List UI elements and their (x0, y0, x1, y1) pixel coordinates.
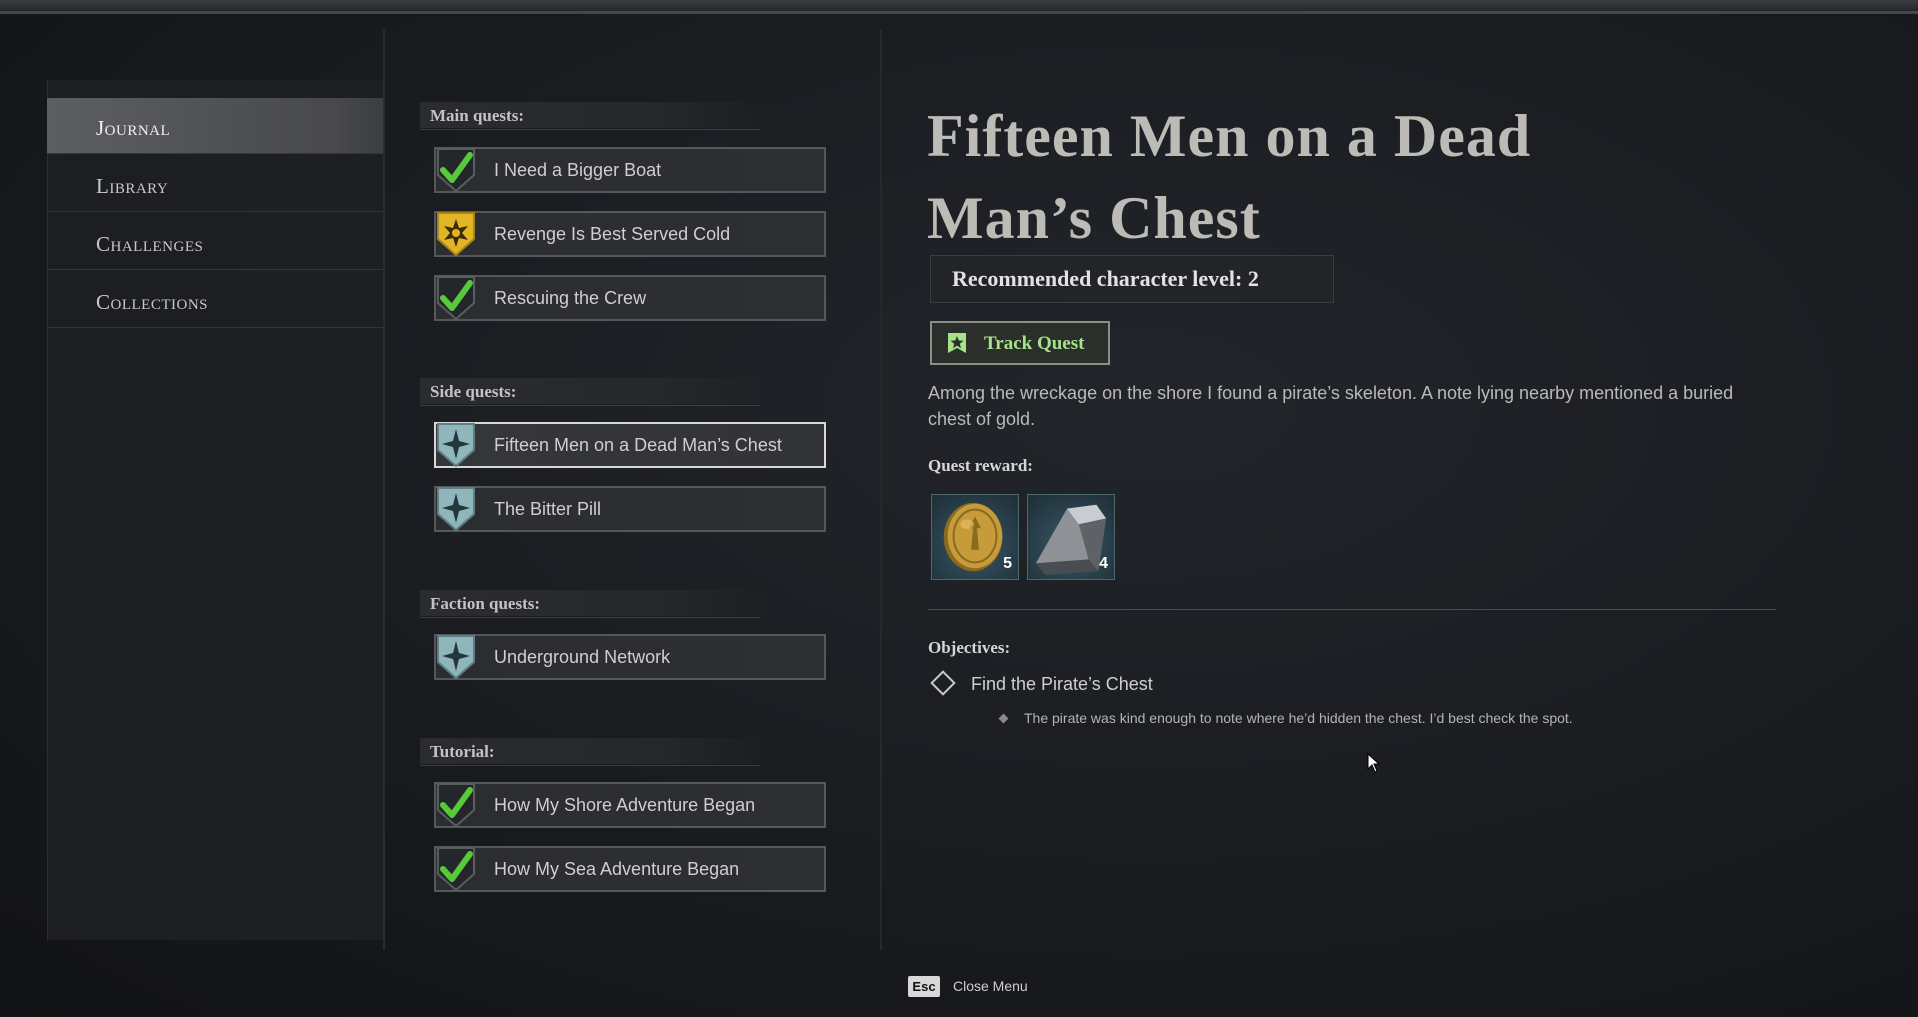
quest-item-selected[interactable]: Fifteen Men on a Dead Man’s Chest (434, 422, 826, 468)
track-quest-label: Track Quest (984, 333, 1085, 354)
quest-label: Fifteen Men on a Dead Man’s Chest (494, 435, 782, 455)
check-icon (437, 276, 475, 321)
nav-item-challenges[interactable]: Challenges (47, 214, 383, 270)
bullet-icon (998, 713, 1009, 724)
nav-item-label: Journal (96, 116, 171, 140)
quest-label: Rescuing the Crew (494, 288, 647, 308)
top-frame-edge (0, 0, 1918, 14)
compass-star-icon (437, 635, 475, 680)
objective-diamond-icon (930, 670, 956, 696)
check-icon (437, 847, 475, 892)
mouse-cursor-icon (1367, 753, 1381, 773)
objective-note: The pirate was kind enough to note where… (1024, 710, 1573, 726)
section-header-label: Side quests: (430, 382, 517, 401)
reward-count: 4 (1099, 555, 1108, 572)
quest-item[interactable]: Rescuing the Crew (434, 275, 826, 321)
nav-item-journal[interactable]: Journal (47, 98, 383, 154)
quest-item[interactable]: I Need a Bigger Boat (434, 147, 826, 193)
nav-item-collections[interactable]: Collections (47, 272, 383, 328)
quest-item[interactable]: Underground Network (434, 634, 826, 680)
quest-label: I Need a Bigger Boat (494, 160, 662, 180)
quest-item[interactable]: How My Sea Adventure Began (434, 846, 826, 892)
section-header-label: Faction quests: (430, 594, 541, 613)
tutorial-header: Tutorial: (420, 738, 770, 766)
nav-item-library[interactable]: Library (47, 156, 383, 212)
close-menu-label[interactable]: Close Menu (953, 978, 1028, 994)
objectives-label: Objectives: (928, 638, 1011, 657)
compass-star-icon (437, 487, 475, 532)
reward-count: 5 (1003, 555, 1012, 572)
section-separator (928, 609, 1776, 610)
quest-item[interactable]: How My Shore Adventure Began (434, 782, 826, 828)
quest-item[interactable]: Revenge Is Best Served Cold (434, 211, 826, 257)
quest-title: Fifteen Men on a Dead Man’s Chest (927, 103, 1532, 251)
nav-item-label: Collections (96, 290, 208, 314)
check-icon (437, 783, 475, 828)
section-header-label: Main quests: (430, 106, 524, 125)
bookmark-star-icon (948, 333, 966, 353)
track-quest-button[interactable]: Track Quest (930, 321, 1110, 365)
section-header-label: Tutorial: (430, 742, 495, 761)
list-divider (880, 30, 882, 950)
nav-item-label: Library (96, 174, 169, 198)
compass-star-icon (437, 423, 475, 468)
faction-quests-header: Faction quests: (420, 590, 770, 618)
quest-label: The Bitter Pill (494, 499, 602, 519)
recommended-level-text: Recommended character level: 2 (952, 266, 1259, 291)
nav-item-label: Challenges (96, 232, 204, 256)
reward-slot[interactable]: 4 (1027, 494, 1115, 580)
quest-label: How My Shore Adventure Began (494, 795, 756, 815)
quest-description: Among the wreckage on the shore I found … (928, 383, 1734, 429)
objective-text: Find the Pirate’s Chest (971, 674, 1153, 694)
sun-star-icon (437, 212, 475, 257)
recommended-level-box: Recommended character level: 2 (930, 255, 1334, 303)
quest-reward-label: Quest reward: (928, 456, 1033, 475)
quest-label: Underground Network (494, 647, 671, 667)
quest-item[interactable]: The Bitter Pill (434, 486, 826, 532)
quest-label: How My Sea Adventure Began (494, 859, 740, 879)
quest-label: Revenge Is Best Served Cold (494, 224, 731, 244)
reward-slot[interactable]: 5 (931, 494, 1019, 580)
nav-divider (383, 30, 385, 950)
check-icon (437, 148, 475, 193)
side-quests-header: Side quests: (420, 378, 770, 406)
main-quests-header: Main quests: (420, 102, 770, 130)
esc-key[interactable]: Esc (908, 976, 940, 997)
